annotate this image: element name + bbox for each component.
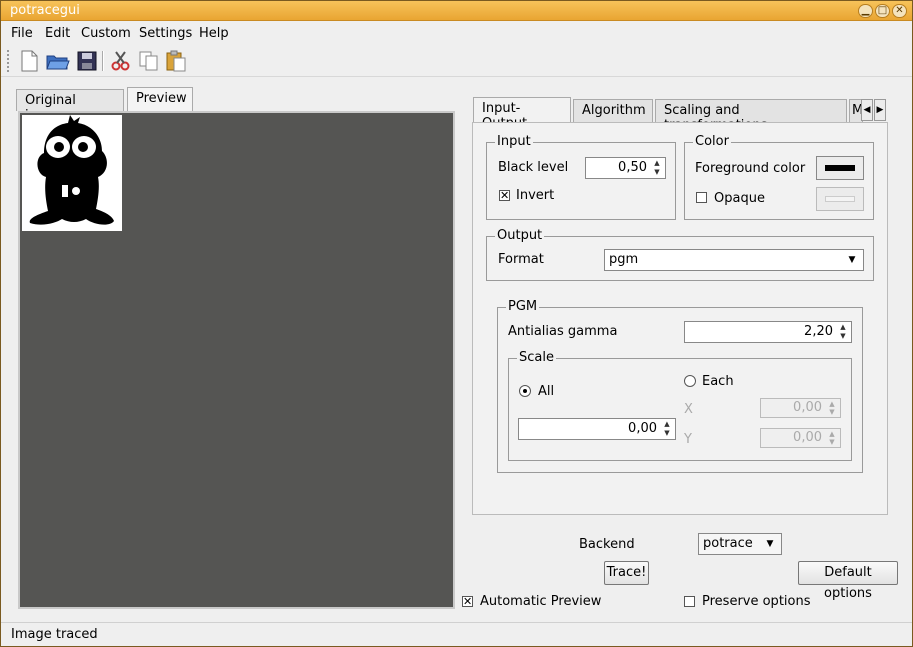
menu-settings[interactable]: Settings	[139, 26, 192, 41]
color-group: Color Foreground color Opaque	[684, 134, 874, 220]
preview-canvas[interactable]	[18, 111, 455, 609]
status-bar: Image traced	[1, 622, 912, 646]
scale-y-label: Y	[684, 432, 692, 447]
window-title: potracegui	[10, 3, 80, 18]
output-group-title: Output	[495, 228, 545, 243]
opaque-color-button[interactable]	[816, 187, 864, 211]
tab-preview[interactable]: Preview	[127, 87, 193, 111]
format-combobox[interactable]: pgm ▼	[604, 249, 864, 271]
scale-x-value: 0,00	[793, 400, 822, 415]
trace-button[interactable]: Trace!	[604, 561, 649, 585]
format-value: pgm	[609, 252, 639, 267]
save-icon[interactable]	[74, 49, 100, 73]
opaque-checkbox[interactable]	[696, 192, 707, 203]
menu-file[interactable]: File	[11, 26, 33, 41]
status-text: Image traced	[11, 627, 98, 642]
input-group: Input Black level 0,50 ▲ ▼ ✕ Invert	[486, 134, 676, 220]
automatic-preview-label: Automatic Preview	[480, 594, 602, 609]
copy-icon[interactable]	[136, 49, 162, 73]
tab-preview-label: Preview	[136, 91, 187, 106]
black-level-spinbox[interactable]: 0,50 ▲ ▼	[585, 157, 666, 179]
scale-all-spinbox[interactable]: 0,00 ▲ ▼	[518, 418, 676, 440]
tab-original-image[interactable]: Original image	[16, 89, 124, 123]
scale-all-radio[interactable]	[519, 385, 531, 397]
tab-scaling[interactable]: Scaling and transformations	[655, 99, 847, 133]
maximize-button[interactable]: □	[875, 4, 890, 18]
scale-all-label: All	[538, 384, 555, 399]
scale-x-label: X	[684, 402, 693, 417]
scale-y-value: 0,00	[793, 430, 822, 445]
menu-edit[interactable]: Edit	[45, 26, 70, 41]
spin-arrows-icon[interactable]: ▲ ▼	[660, 420, 674, 438]
paste-icon[interactable]	[164, 49, 190, 73]
scale-all-value: 0,00	[628, 421, 657, 436]
format-label: Format	[498, 252, 544, 267]
traced-image	[22, 115, 122, 231]
color-group-title: Color	[693, 134, 731, 149]
tab-scroll-right-icon[interactable]: ▶	[874, 99, 886, 121]
input-output-panel: Input Black level 0,50 ▲ ▼ ✕ Invert Color…	[472, 122, 888, 515]
pgm-group-title: PGM	[506, 299, 540, 314]
menu-help[interactable]: Help	[199, 26, 229, 41]
spin-arrows-icon[interactable]: ▲ ▼	[825, 400, 839, 416]
trace-button-label: Trace!	[606, 565, 647, 580]
menu-custom[interactable]: Custom	[81, 26, 131, 41]
foreground-color-button[interactable]	[816, 156, 864, 180]
app-window: potracegui ▁ □ ✕ File Edit Custom Settin…	[0, 0, 913, 647]
scale-each-radio[interactable]	[684, 375, 696, 387]
black-level-value: 0,50	[618, 160, 647, 175]
title-bar[interactable]: potracegui ▁ □ ✕	[1, 1, 912, 21]
menu-bar: File Edit Custom Settings Help	[1, 22, 912, 44]
chevron-down-icon[interactable]: ▼	[843, 252, 861, 268]
antialias-gamma-value: 2,20	[804, 324, 833, 339]
toolbar	[1, 45, 912, 77]
opaque-label: Opaque	[714, 191, 765, 206]
toolbar-separator	[102, 51, 104, 71]
backend-value: potrace	[703, 536, 753, 551]
antialias-gamma-spinbox[interactable]: 2,20 ▲ ▼	[684, 321, 852, 343]
input-group-title: Input	[495, 134, 533, 149]
tab-input-output[interactable]: Input-Output	[473, 97, 571, 131]
invert-checkbox[interactable]: ✕	[499, 190, 510, 201]
automatic-preview-checkbox[interactable]: ✕	[462, 596, 473, 607]
black-level-label: Black level	[498, 160, 569, 175]
minimize-button[interactable]: ▁	[858, 4, 873, 18]
antialias-gamma-label: Antialias gamma	[508, 324, 618, 339]
spin-arrows-icon[interactable]: ▲ ▼	[825, 430, 839, 446]
scale-y-spinbox[interactable]: 0,00 ▲ ▼	[760, 428, 841, 448]
backend-combobox[interactable]: potrace ▼	[698, 533, 782, 555]
foreground-color-label: Foreground color	[695, 161, 806, 176]
chevron-down-icon[interactable]: ▼	[761, 536, 779, 552]
tab-algorithm[interactable]: Algorithm	[573, 99, 653, 122]
default-options-label: Default options	[824, 565, 872, 601]
scale-x-spinbox[interactable]: 0,00 ▲ ▼	[760, 398, 841, 418]
pgm-group: PGM Antialias gamma 2,20 ▲ ▼ Scale All Ea…	[497, 299, 863, 473]
tab-algorithm-label: Algorithm	[582, 103, 646, 118]
scale-group: Scale All Each X 0,00 ▲ ▼ 0,00 ▲ ▼ Y 0,00 …	[508, 350, 852, 461]
opaque-color-swatch	[825, 196, 855, 202]
default-options-button[interactable]: Default options	[798, 561, 898, 601]
invert-label: Invert	[516, 188, 555, 203]
preserve-options-checkbox[interactable]	[684, 596, 695, 607]
foreground-color-swatch	[825, 165, 855, 171]
spin-arrows-icon[interactable]: ▲ ▼	[650, 159, 664, 177]
preserve-options-label: Preserve options	[702, 594, 811, 609]
new-file-icon[interactable]	[16, 49, 42, 73]
scale-each-label: Each	[702, 374, 734, 389]
close-button[interactable]: ✕	[892, 4, 907, 18]
cut-icon[interactable]	[108, 49, 134, 73]
scale-group-title: Scale	[517, 350, 556, 365]
open-folder-icon[interactable]	[45, 49, 71, 73]
tab-scroll-left-icon[interactable]: ◀	[861, 99, 873, 121]
spin-arrows-icon[interactable]: ▲ ▼	[836, 323, 850, 341]
backend-label: Backend	[579, 537, 635, 552]
output-group: Output Format pgm ▼	[486, 228, 874, 281]
toolbar-grip[interactable]	[7, 50, 11, 72]
